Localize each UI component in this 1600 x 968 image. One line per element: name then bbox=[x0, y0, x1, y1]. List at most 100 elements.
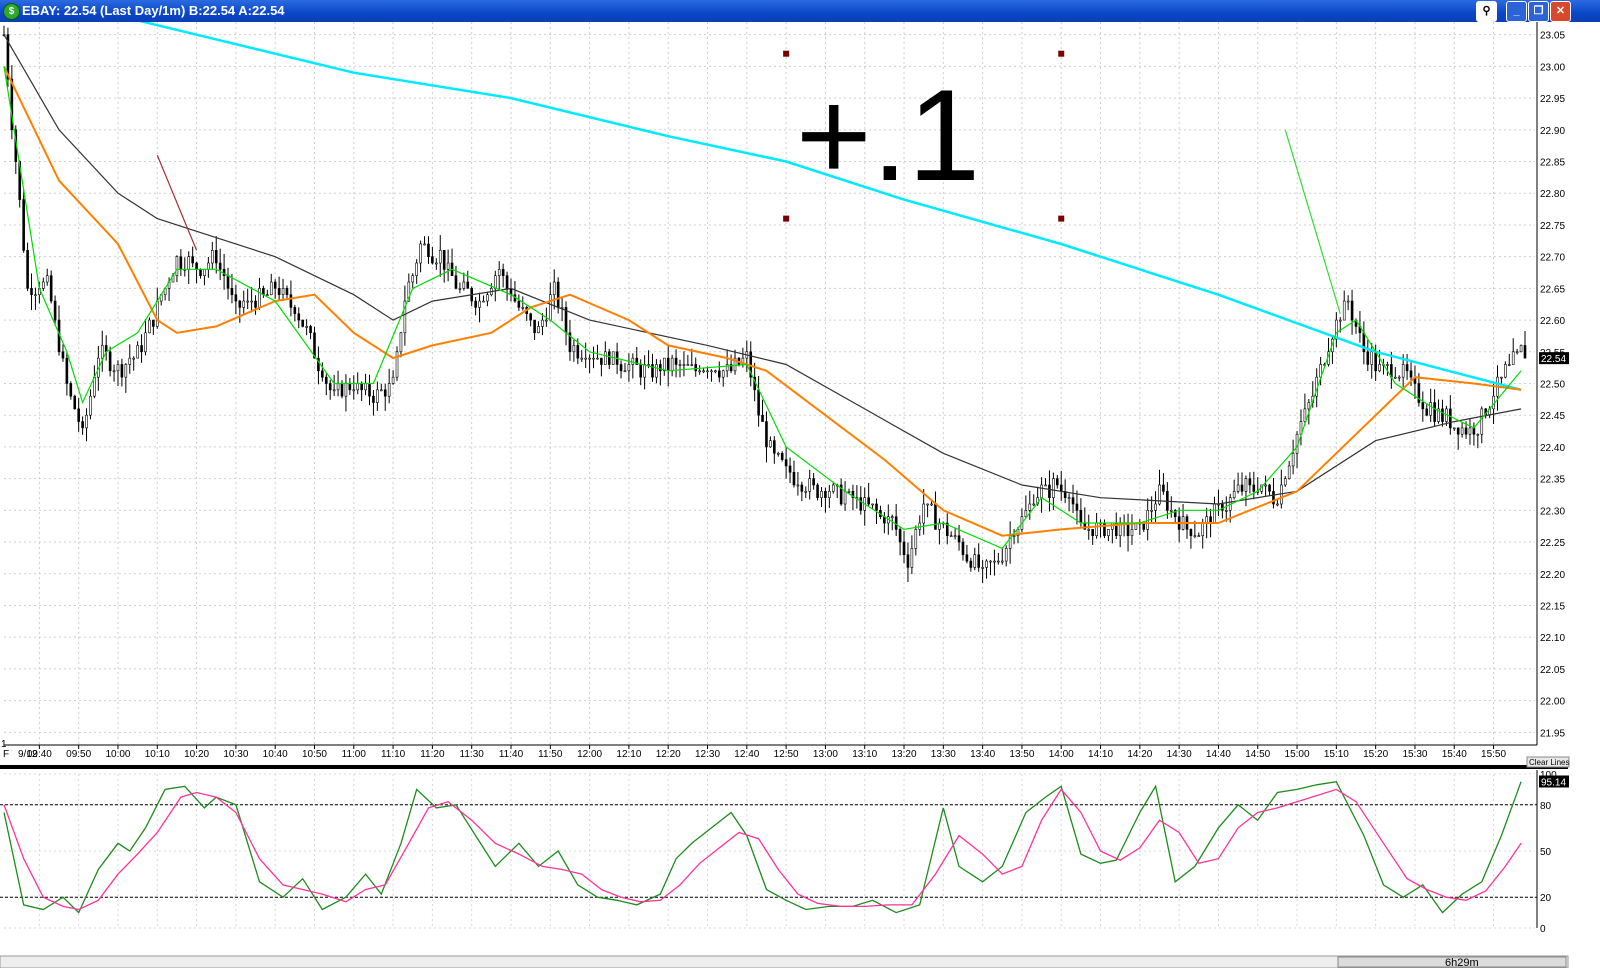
candle-body bbox=[973, 554, 977, 568]
x-tick-label: 14:50 bbox=[1245, 749, 1270, 760]
x-tick-label: 11:40 bbox=[499, 749, 524, 760]
candle-body bbox=[383, 389, 387, 397]
candle-body bbox=[686, 364, 690, 366]
candle-body bbox=[820, 491, 823, 498]
candle-body bbox=[714, 370, 717, 373]
candle-body bbox=[332, 389, 336, 392]
candle-body bbox=[1276, 503, 1279, 506]
candle-body bbox=[1075, 503, 1079, 511]
y-tick-label: 22.60 bbox=[1540, 316, 1565, 327]
candle-body bbox=[1067, 497, 1071, 499]
candle-body bbox=[1519, 345, 1523, 353]
candle bbox=[1519, 344, 1523, 353]
candle-body bbox=[549, 294, 552, 321]
candle-body bbox=[1366, 351, 1370, 365]
candle-body bbox=[1378, 364, 1381, 372]
candle bbox=[148, 317, 151, 334]
candle-body bbox=[77, 408, 80, 422]
candle-body bbox=[930, 503, 933, 506]
candle-body bbox=[431, 256, 434, 264]
candle-body bbox=[804, 491, 808, 493]
candle-body bbox=[144, 332, 147, 353]
corner-mark: F bbox=[3, 749, 9, 760]
candle-body bbox=[800, 484, 804, 492]
osc-last-value-label: 95.14 bbox=[1541, 777, 1566, 788]
candle-body bbox=[1091, 529, 1094, 537]
candle-body bbox=[1040, 484, 1043, 498]
clear-lines-button[interactable]: Clear Lines bbox=[1526, 756, 1570, 768]
x-tick-label: 14:20 bbox=[1127, 749, 1152, 760]
candle-body bbox=[1476, 433, 1480, 436]
candle-body bbox=[69, 383, 73, 397]
candle-body bbox=[906, 554, 910, 568]
y-tick-label: 22.25 bbox=[1540, 538, 1565, 549]
candle-body bbox=[812, 478, 815, 486]
candle-body bbox=[415, 262, 418, 276]
candle-body bbox=[242, 300, 246, 308]
x-tick-label: 15:30 bbox=[1402, 749, 1427, 760]
candle-body bbox=[843, 491, 847, 505]
candle bbox=[816, 483, 819, 501]
restore-button[interactable]: ❐ bbox=[1528, 1, 1549, 22]
y-tick-label: 22.40 bbox=[1540, 443, 1565, 454]
candle-body bbox=[977, 554, 980, 568]
x-tick-label: 12:00 bbox=[577, 749, 602, 760]
candle-body bbox=[910, 548, 914, 568]
x-tick-label: 14:40 bbox=[1206, 749, 1231, 760]
candle-body bbox=[214, 250, 218, 264]
selection-handle[interactable] bbox=[783, 50, 790, 57]
candle-body bbox=[238, 300, 242, 308]
candle-body bbox=[49, 275, 53, 302]
candle-body bbox=[604, 351, 607, 365]
candle-body bbox=[1386, 364, 1389, 366]
horizontal-scrollbar[interactable]: 6h29m bbox=[0, 955, 1569, 968]
osc-y-tick-label: 80 bbox=[1540, 801, 1552, 812]
candle-body bbox=[211, 250, 214, 264]
candle-body bbox=[1162, 484, 1165, 492]
selection-handle[interactable] bbox=[783, 215, 790, 222]
candle-body bbox=[607, 351, 611, 365]
osc-y-tick-label: 20 bbox=[1540, 893, 1552, 904]
annotation-text: +.1 bbox=[796, 62, 980, 208]
x-tick-label: 13:40 bbox=[970, 749, 995, 760]
candle-body bbox=[478, 300, 481, 308]
candle-body bbox=[187, 256, 191, 270]
candle-body bbox=[1189, 529, 1193, 537]
candle-body bbox=[682, 364, 686, 366]
x-tick-label: 15:20 bbox=[1363, 749, 1388, 760]
candle-body bbox=[505, 275, 509, 289]
candle-body bbox=[1441, 408, 1444, 422]
app-icon: $ bbox=[3, 3, 20, 20]
candle-body bbox=[356, 383, 360, 391]
pin-icon[interactable]: ⚲ bbox=[1476, 1, 1497, 22]
selection-handle[interactable] bbox=[1058, 50, 1065, 57]
candle-body bbox=[230, 288, 234, 296]
x-tick-label: 10:00 bbox=[105, 749, 130, 760]
candle-body bbox=[1059, 484, 1063, 492]
y-tick-label: 22.50 bbox=[1540, 380, 1565, 391]
x-tick-label: 12:30 bbox=[695, 749, 720, 760]
y-tick-label: 22.85 bbox=[1540, 158, 1565, 169]
candle-body bbox=[1523, 345, 1527, 359]
candle-body bbox=[643, 364, 646, 378]
minimize-button[interactable]: _ bbox=[1506, 1, 1527, 22]
candle-body bbox=[1460, 427, 1464, 435]
candle-body bbox=[120, 364, 124, 378]
candle-body bbox=[1264, 484, 1267, 487]
x-tick-label: 11:50 bbox=[538, 749, 563, 760]
y-tick-label: 22.75 bbox=[1540, 221, 1565, 232]
y-tick-label: 22.80 bbox=[1540, 189, 1565, 200]
candle-body bbox=[765, 421, 768, 448]
candle-body bbox=[718, 370, 721, 378]
candle-body bbox=[584, 357, 587, 360]
close-button[interactable]: ✕ bbox=[1550, 1, 1571, 22]
candle-body bbox=[757, 389, 760, 416]
candle-body bbox=[199, 269, 202, 276]
candle-body bbox=[1456, 427, 1460, 435]
candle-body bbox=[572, 345, 576, 353]
selection-handle[interactable] bbox=[1058, 215, 1065, 222]
candle-body bbox=[1433, 402, 1436, 422]
y-tick-label: 22.70 bbox=[1540, 253, 1565, 264]
candle-body bbox=[391, 376, 395, 384]
candle-body bbox=[1095, 522, 1098, 537]
